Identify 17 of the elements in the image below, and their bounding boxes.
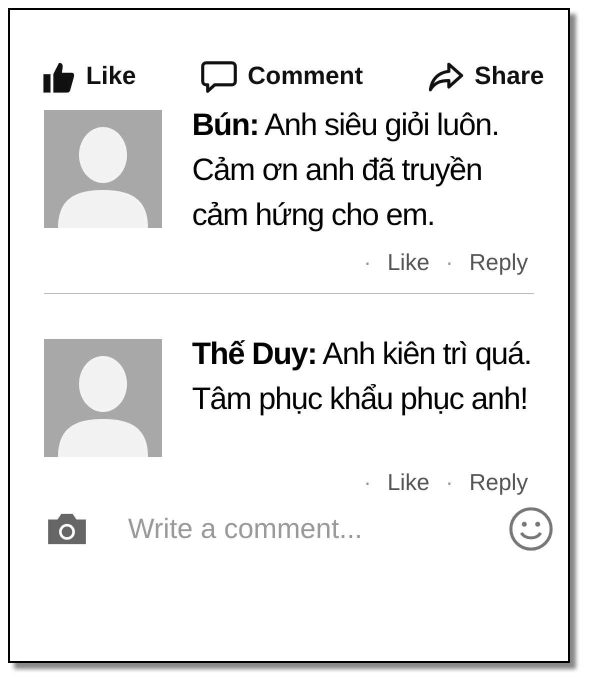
comment-link[interactable]: Like bbox=[387, 465, 430, 500]
comment-link[interactable]: Like bbox=[387, 244, 430, 279]
comment-link[interactable]: Reply bbox=[469, 465, 528, 500]
separator-dot: · bbox=[364, 468, 372, 497]
speech-bubble-icon bbox=[200, 60, 238, 94]
comment-text: Bún: Anh siêu giỏi luôn. Cảm ơn anh đã truyền cảm hứng cho em. bbox=[192, 106, 500, 234]
separator-dot: · bbox=[446, 468, 454, 497]
action-button[interactable]: Comment bbox=[200, 58, 363, 96]
comment-field[interactable]: Write a comment... bbox=[128, 508, 470, 550]
comment-link[interactable]: Reply bbox=[469, 244, 528, 279]
action-button[interactable]: Like bbox=[42, 58, 136, 96]
comment-text: Thế Duy: Anh kiên trì quá. Tâm phục khẩu phục anh! bbox=[192, 335, 532, 418]
smiley-icon[interactable] bbox=[508, 506, 554, 552]
action-button[interactable]: Share bbox=[426, 58, 544, 96]
separator-dot: · bbox=[364, 248, 372, 276]
share-arrow-icon bbox=[426, 60, 465, 94]
separator-dot: · bbox=[446, 248, 454, 276]
